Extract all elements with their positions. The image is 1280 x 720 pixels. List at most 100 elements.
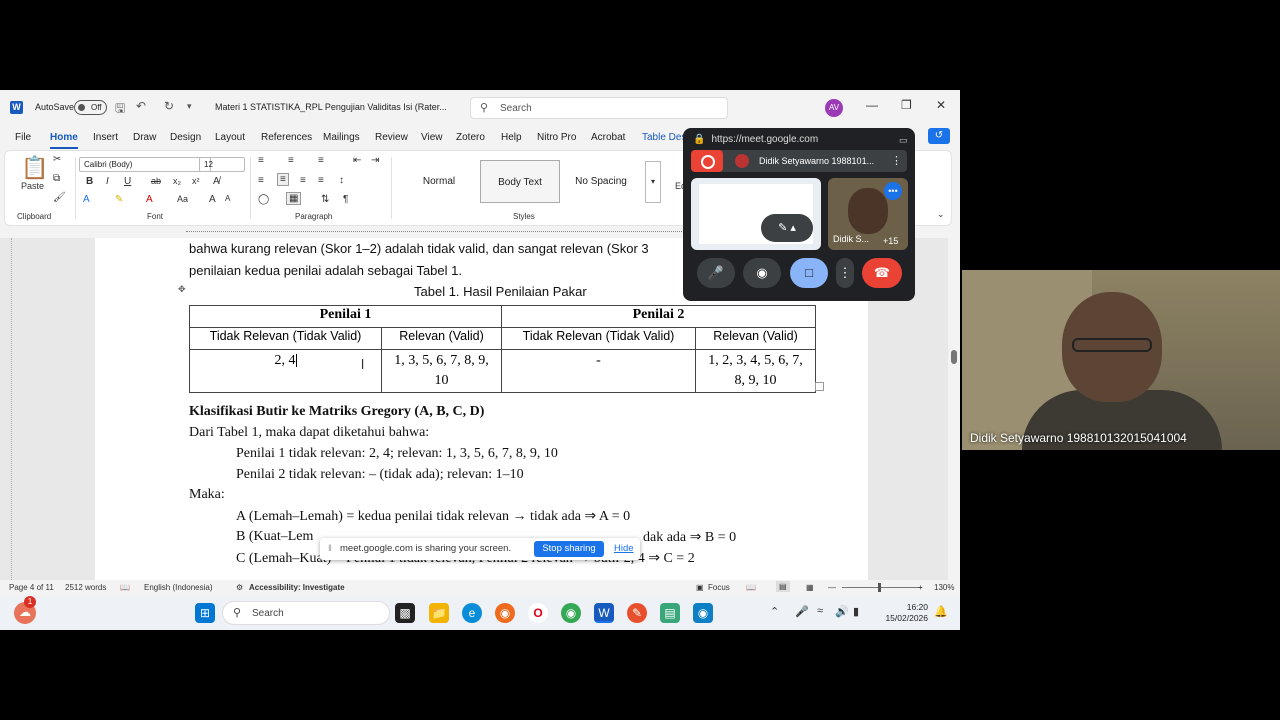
document-title[interactable]: Materi 1 STATISTIKA_RPL Pengujian Validi…	[215, 102, 447, 112]
start-icon[interactable]: ⊞	[195, 603, 215, 623]
text-effects-icon[interactable]: A	[83, 194, 90, 205]
read-mode-icon[interactable]: 📖	[746, 583, 756, 592]
tab-review[interactable]: Review	[375, 132, 408, 143]
paste-icon[interactable]: 📋	[21, 155, 48, 181]
hide-link[interactable]: Hide	[614, 543, 634, 554]
strikethrough-icon[interactable]: ab	[151, 176, 161, 186]
vertical-ruler[interactable]	[2, 238, 12, 580]
focus-icon[interactable]: ▣	[696, 583, 704, 592]
firefox-icon[interactable]: ◉	[495, 603, 515, 623]
tab-home[interactable]: Home	[50, 132, 78, 149]
tab-draw[interactable]: Draw	[133, 132, 156, 143]
borders-icon[interactable]: ▦	[286, 192, 302, 205]
show-hidden-icons-icon[interactable]: ⌃	[770, 605, 779, 618]
decrease-indent-icon[interactable]: ⇤	[353, 155, 361, 166]
opera-icon[interactable]: O	[528, 603, 548, 623]
word-search-box[interactable]: ⚲ Search	[470, 97, 728, 119]
chrome-icon[interactable]: ◉	[561, 603, 581, 623]
tab-file[interactable]: File	[15, 132, 31, 143]
shrink-font-icon[interactable]: A	[225, 194, 230, 203]
minimize-icon[interactable]: —	[866, 98, 878, 112]
multilevel-list-icon[interactable]: ≡	[318, 155, 324, 166]
scrollbar-thumb[interactable]	[951, 350, 957, 364]
autosave-toggle[interactable]: Off	[74, 100, 107, 115]
user-avatar[interactable]: AV	[825, 99, 843, 117]
shading-icon[interactable]: ◯	[258, 194, 269, 205]
align-right-icon[interactable]: ≡	[300, 175, 306, 186]
format-painter-icon[interactable]: 🖌	[53, 192, 66, 203]
wifi-icon[interactable]: ≈	[817, 605, 823, 617]
style-normal[interactable]: Normal	[399, 160, 479, 203]
paste-label[interactable]: Paste	[21, 181, 44, 191]
screen-share-tile[interactable]: ✎ ▴	[691, 178, 821, 250]
present-button[interactable]: □	[790, 258, 828, 288]
pilcrow-icon[interactable]: ¶	[343, 194, 348, 205]
zoom-level[interactable]: 130%	[934, 583, 954, 592]
taskbar-search[interactable]: ⚲ Search	[222, 601, 390, 625]
web-layout-icon[interactable]: ▦	[806, 583, 814, 592]
taskbar-clock[interactable]: 16:20 15/02/2026	[880, 602, 928, 624]
line-spacing-icon[interactable]: ↕	[339, 175, 344, 186]
close-icon[interactable]: ✕	[936, 98, 946, 112]
collapse-ribbon-icon[interactable]: ⌄	[937, 209, 945, 220]
print-layout-icon[interactable]: ▤	[776, 581, 790, 592]
sort-icon[interactable]: ⇅	[321, 194, 329, 205]
edge-icon[interactable]: e	[462, 603, 482, 623]
proofing-icon[interactable]: 📖	[120, 583, 130, 592]
stop-sharing-button[interactable]: Stop sharing	[534, 541, 604, 557]
style-body-text[interactable]: Body Text	[480, 160, 560, 203]
word-count[interactable]: 2512 words	[65, 583, 106, 592]
bullets-icon[interactable]: ≡	[258, 155, 264, 166]
leave-call-button[interactable]: ☎	[862, 258, 902, 288]
zoom-out-icon[interactable]: —	[828, 583, 836, 592]
change-case-icon[interactable]: Aa	[177, 194, 188, 204]
undo-icon[interactable]: ↶	[136, 99, 146, 113]
tab-design[interactable]: Design	[170, 132, 201, 143]
tab-acrobat[interactable]: Acrobat	[591, 132, 625, 143]
tab-references[interactable]: References	[261, 132, 312, 143]
tab-zotero[interactable]: Zotero	[456, 132, 485, 143]
font-color-icon[interactable]: A	[146, 194, 153, 205]
justify-icon[interactable]: ≡	[318, 175, 324, 186]
participant-tile[interactable]: ••• Didik S... +15	[828, 178, 908, 250]
focus-label[interactable]: Focus	[708, 583, 730, 592]
table-resize-handle[interactable]	[815, 382, 824, 391]
annotate-pill[interactable]: ✎ ▴	[761, 214, 813, 242]
notifications-bell-icon[interactable]: 🔔	[934, 605, 948, 618]
save-icon[interactable]: 🖫	[115, 99, 125, 120]
italic-icon[interactable]: I	[106, 176, 109, 187]
tab-table-design[interactable]: Table Des	[642, 132, 686, 143]
font-size-box[interactable]: 12	[199, 157, 245, 172]
pdf-icon[interactable]: ✎	[627, 603, 647, 623]
restore-icon[interactable]: ❐	[901, 98, 912, 112]
numbering-icon[interactable]: ≡	[288, 155, 294, 166]
microphone-button[interactable]: 🎤	[697, 258, 735, 288]
copy-icon[interactable]: ⧉	[53, 173, 60, 184]
share-icon[interactable]: ↺	[928, 128, 950, 144]
notepad-icon[interactable]: ▤	[660, 603, 680, 623]
battery-icon[interactable]: ▮	[853, 605, 859, 618]
align-left-icon[interactable]: ≡	[258, 175, 264, 186]
font-name-box[interactable]: Calibri (Body)	[79, 157, 211, 172]
styles-more-icon[interactable]: ▾	[645, 161, 661, 203]
subscript-icon[interactable]: x₂	[173, 176, 181, 186]
recording-icon[interactable]	[691, 150, 723, 172]
tab-layout[interactable]: Layout	[215, 132, 245, 143]
tab-insert[interactable]: Insert	[93, 132, 118, 143]
align-center-icon[interactable]: ≡	[277, 173, 289, 186]
language-status[interactable]: English (Indonesia)	[144, 583, 212, 592]
accessibility-status[interactable]: Accessibility: Investigate	[249, 583, 345, 592]
snipping-icon[interactable]: ◉	[693, 603, 713, 623]
word-taskbar-icon[interactable]: W	[594, 603, 614, 623]
grow-font-icon[interactable]: A	[209, 194, 216, 205]
tab-nitro-pro[interactable]: Nitro Pro	[537, 132, 576, 143]
drag-handle-icon[interactable]: ‖	[328, 543, 332, 554]
style-no-spacing[interactable]: No Spacing	[561, 160, 641, 203]
increase-indent-icon[interactable]: ⇥	[371, 155, 379, 166]
redo-icon[interactable]: ↻	[164, 99, 174, 113]
highlight-icon[interactable]: ✎	[115, 194, 123, 205]
more-controls-button[interactable]: ⋮	[836, 258, 854, 288]
camera-button[interactable]: ◉	[743, 258, 781, 288]
page-count[interactable]: Page 4 of 11	[9, 583, 54, 592]
table-cell[interactable]: 1, 2, 3, 4, 5, 6, 7, 8, 9, 10	[695, 349, 816, 393]
